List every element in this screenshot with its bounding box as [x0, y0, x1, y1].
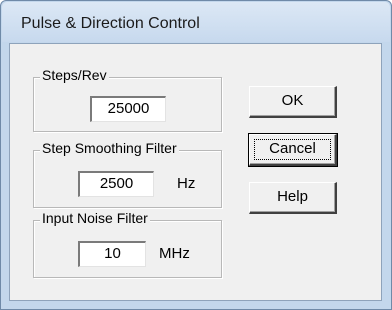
steps-rev-group: Steps/Rev 25000	[33, 67, 222, 132]
cancel-button[interactable]: Cancel	[248, 133, 338, 167]
title-bar[interactable]: Pulse & Direction Control	[2, 2, 390, 42]
step-smoothing-group: Step Smoothing Filter 2500 Hz	[33, 140, 222, 208]
window-title: Pulse & Direction Control	[21, 15, 200, 32]
step-smoothing-unit: Hz	[177, 175, 196, 192]
steps-rev-label: Steps/Rev	[40, 67, 109, 83]
dialog-body: Steps/Rev 25000 Step Smoothing Filter 25…	[9, 43, 382, 301]
input-noise-unit: MHz	[159, 245, 190, 262]
input-noise-input[interactable]: 10	[78, 241, 146, 267]
help-button[interactable]: Help	[249, 182, 337, 214]
ok-button[interactable]: OK	[249, 86, 337, 118]
dialog-window: Pulse & Direction Control Steps/Rev 2500…	[0, 0, 392, 310]
focus-rectangle	[254, 139, 331, 160]
input-noise-group: Input Noise Filter 10 MHz	[33, 210, 222, 278]
steps-rev-input[interactable]: 25000	[90, 96, 166, 122]
step-smoothing-label: Step Smoothing Filter	[40, 140, 179, 156]
step-smoothing-input[interactable]: 2500	[78, 171, 154, 197]
input-noise-label: Input Noise Filter	[40, 210, 150, 226]
